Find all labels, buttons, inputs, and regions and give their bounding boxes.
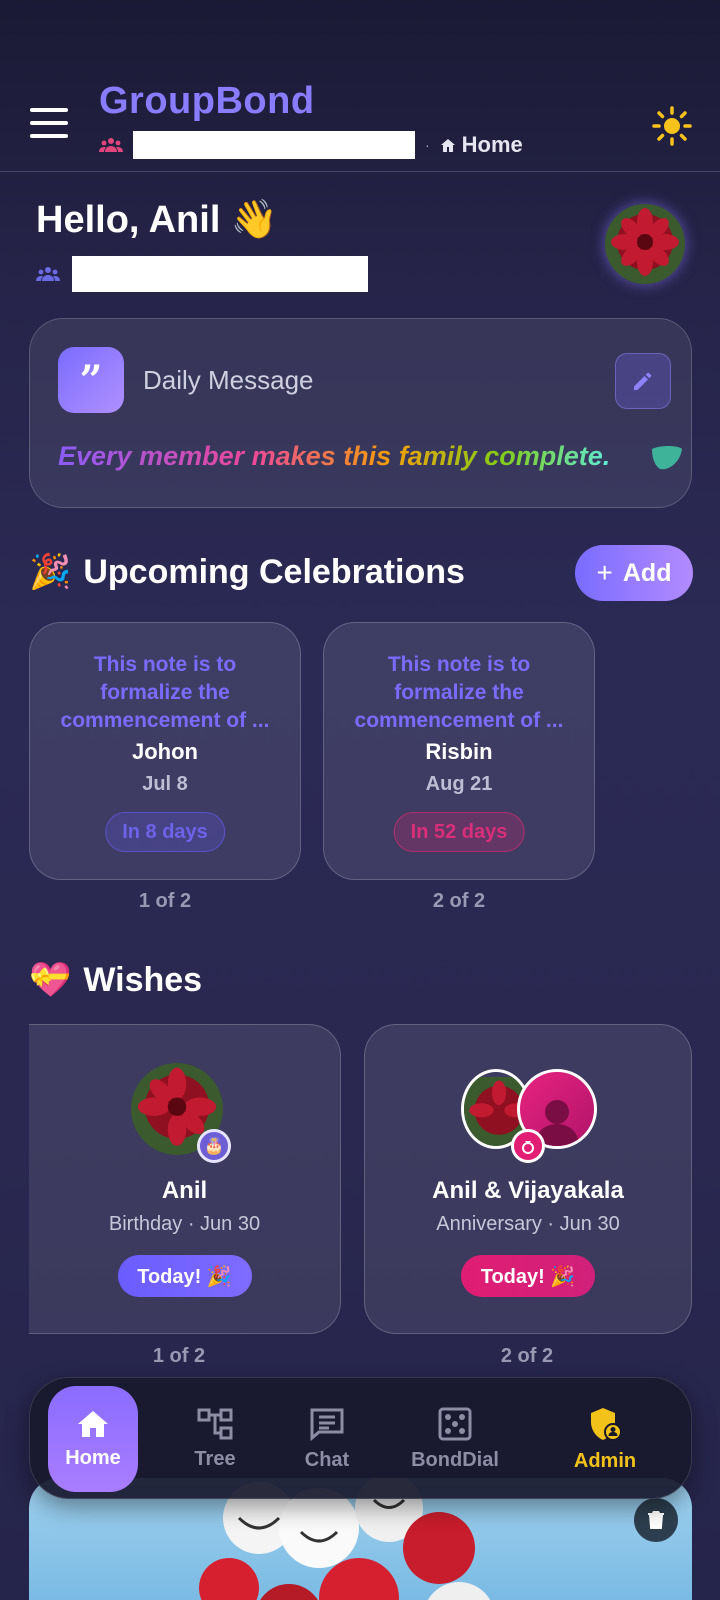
nav-home-label: Home [65,1446,121,1469]
header-divider [0,171,720,172]
wish-name: Anil & Vijayakala [432,1177,624,1204]
wish-card[interactable]: 🎂 Anil Birthday · Jun 30 Today! 🎉 [29,1024,341,1334]
menu-icon-bar [30,134,68,138]
quote-icon: ” [58,347,124,413]
nav-bonddial[interactable]: BondDial [400,1378,510,1500]
sun-icon[interactable] [652,106,692,146]
quote-glyph: ” [79,356,103,404]
menu-icon-bar [30,108,68,112]
admin-shield-icon [591,1407,622,1441]
group-name-redacted [133,131,415,159]
nav-chat-label: Chat [304,1448,350,1471]
celebration-name: Johon [132,739,198,764]
greeting-group-row [34,256,368,292]
profile-avatar[interactable] [605,204,685,284]
wish-subtitle: Anniversary · Jun 30 [436,1213,620,1235]
celebration-date: Jul 8 [142,773,188,795]
cake-icon: 🎂 [197,1129,231,1163]
nav-chat[interactable]: Chat [292,1378,362,1500]
nav-tree-label: Tree [194,1447,236,1470]
wish-pager: 1 of 2 [152,1345,206,1367]
celebration-card[interactable]: This note is to formalize the commenceme… [29,622,301,880]
wishes-header: 💝 Wishes [29,960,202,1000]
home-icon [440,138,455,152]
bottom-navigation: Home Tree Chat BondDial Admin [29,1377,692,1499]
group-icon [99,138,123,152]
today-badge: Today! 🎉 [461,1255,595,1297]
daily-message-title: Daily Message [143,365,314,395]
celebration-card[interactable]: This note is to formalize the commenceme… [323,622,595,880]
app-title: GroupBond [99,80,315,122]
nav-admin-label: Admin [573,1449,637,1472]
nav-tree[interactable]: Tree [180,1378,250,1500]
celebrations-header: 🎉 Upcoming Celebrations [29,552,465,592]
celebration-pager: 1 of 2 [138,890,192,912]
dice-icon [438,1407,472,1440]
delete-photo-button[interactable] [634,1498,678,1542]
leaf-icon [652,446,682,470]
today-badge: Today! 🎉 [117,1255,252,1297]
party-popper-icon: 🎉 [29,553,72,591]
wish-card[interactable]: Anil & Vijayakala Anniversary · Jun 30 T… [364,1024,692,1334]
countdown-badge: In 8 days [105,812,225,852]
celebration-name: Risbin [425,739,493,764]
heart-gift-icon: 💝 [29,961,72,999]
home-icon [78,1410,108,1437]
greeting-text: Hello, Anil 👋 [36,199,279,241]
plus-icon: + [596,557,613,588]
trash-icon [648,1511,664,1529]
nav-admin[interactable]: Admin [560,1378,650,1500]
celebration-note: This note is to formalize the commenceme… [60,653,270,732]
group-icon [36,267,60,281]
nav-home[interactable]: Home [48,1386,138,1492]
daily-message-text: Every member makes this family complete. [58,441,611,471]
wish-name: Anil [161,1177,208,1204]
celebration-note: This note is to formalize the commenceme… [354,653,564,732]
header-breadcrumb: · Home [99,130,523,160]
nav-bonddial-label: BondDial [411,1448,499,1471]
add-celebration-button[interactable]: + Add [575,545,693,601]
wishes-title: Wishes [83,960,203,999]
flower-photo [605,204,685,284]
tree-icon [197,1408,233,1439]
wish-pager: 2 of 2 [500,1345,554,1367]
wish-subtitle: Birthday · Jun 30 [108,1213,261,1235]
menu-icon-bar [30,121,68,125]
celebrations-title: Upcoming Celebrations [83,552,465,591]
daily-message-card: ” Daily Message Every member makes this … [29,318,692,508]
menu-button[interactable] [30,108,68,138]
celebration-date: Aug 21 [425,773,493,795]
edit-message-button[interactable] [615,353,671,409]
pencil-icon [634,372,652,390]
ring-icon [511,1129,545,1163]
add-button-label: Add [622,558,672,587]
chat-icon [310,1408,344,1441]
group-name-redacted [72,256,368,292]
breadcrumb-home-label: Home [461,132,523,157]
breadcrumb-separator: · [425,137,430,153]
countdown-badge: In 52 days [393,812,525,852]
celebration-pager: 2 of 2 [432,890,486,912]
breadcrumb-home[interactable]: Home [440,132,523,158]
